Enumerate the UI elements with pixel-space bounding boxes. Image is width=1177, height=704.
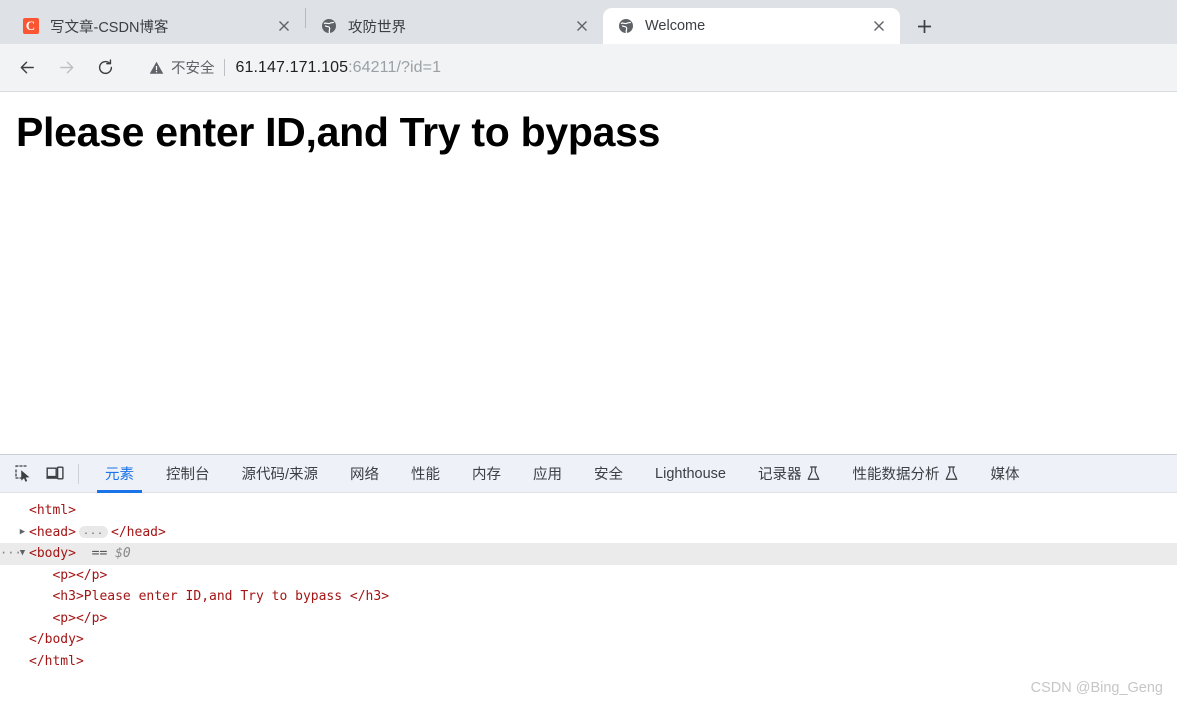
dom-tag-body-close: </body> — [29, 632, 84, 647]
dom-row[interactable]: <p></p> — [0, 608, 1177, 630]
csdn-logo-icon: C — [22, 18, 39, 35]
dom-tag-html-open: <html> — [29, 503, 76, 518]
devtools-tab-security[interactable]: 安全 — [578, 455, 639, 493]
url-host: 61.147.171.105 — [235, 58, 349, 76]
globe-icon — [320, 18, 337, 35]
back-button[interactable] — [10, 51, 44, 85]
dom-tag-p-second: <p></p> — [52, 610, 108, 626]
dom-row[interactable]: </body> — [0, 629, 1177, 651]
dom-tree[interactable]: <html> ▶ <head> ... </head> ··· ▼ <body>… — [0, 493, 1177, 704]
url-text: 61.147.171.105:64211/?id=1 — [236, 59, 442, 77]
security-label: 不安全 — [171, 61, 215, 77]
page-heading: Please enter ID,and Try to bypass — [16, 109, 661, 155]
warning-triangle-icon — [149, 61, 164, 75]
devtools-tab-list: 元素 控制台 源代码/来源 网络 性能 内存 应用 安全 Lighthouse … — [89, 455, 1035, 493]
flask-icon — [807, 466, 820, 481]
dom-tag-body-open: <body> — [29, 546, 76, 561]
close-icon[interactable] — [868, 15, 890, 37]
tab-list: C 写文章-CSDN博客 攻防世界 Welcome — [0, 0, 938, 44]
dom-tag-html-close: </html> — [29, 653, 84, 669]
devtools-tab-label: 网络 — [350, 467, 380, 483]
devtools-tab-sources[interactable]: 源代码/来源 — [226, 455, 335, 493]
devtools-tab-performance-insights[interactable]: 性能数据分析 — [836, 455, 974, 493]
watermark: CSDN @Bing_Geng — [1030, 680, 1163, 696]
devtools-panel: 元素 控制台 源代码/来源 网络 性能 内存 应用 安全 Lighthouse … — [0, 454, 1177, 704]
flask-icon — [945, 466, 958, 481]
devtools-tab-label: 源代码/来源 — [241, 467, 319, 483]
browser-tab-2-title: 攻防世界 — [348, 19, 406, 36]
dom-tag-h3: <h3>Please enter ID,and Try to bypass </… — [52, 589, 390, 604]
dom-row-selected[interactable]: ··· ▼ <body> == $0 — [0, 543, 1177, 565]
toolbar-divider — [78, 463, 79, 484]
security-status[interactable]: 不安全 — [149, 57, 215, 78]
close-icon[interactable] — [273, 15, 295, 37]
devtools-tab-label: 性能 — [411, 467, 441, 483]
inspect-element-icon[interactable] — [8, 460, 38, 488]
new-tab-button[interactable] — [910, 12, 938, 40]
chevron-right-icon[interactable]: ▶ — [16, 522, 29, 544]
forward-button[interactable] — [49, 51, 83, 85]
devtools-tab-performance[interactable]: 性能 — [395, 455, 456, 493]
browser-tab-1-title: 写文章-CSDN博客 — [50, 19, 169, 36]
devtools-tab-label: 记录器 — [757, 467, 802, 483]
dom-tag-head-close: </head> — [111, 524, 166, 540]
devtools-tab-recorder[interactable]: 记录器 — [742, 455, 837, 493]
devtools-tab-label: 内存 — [472, 467, 502, 483]
dom-selection-marker: == $0 — [91, 546, 131, 561]
browser-tab-2[interactable]: 攻防世界 — [306, 8, 603, 44]
collapsed-children-badge[interactable]: ... — [78, 526, 109, 539]
dom-row[interactable]: </html> — [0, 651, 1177, 673]
close-icon[interactable] — [571, 15, 593, 37]
devtools-tab-network[interactable]: 网络 — [334, 455, 395, 493]
dom-row[interactable]: <html> — [0, 500, 1177, 522]
dom-row[interactable]: <p></p> — [0, 565, 1177, 587]
devtools-tab-label: 媒体 — [990, 467, 1020, 483]
address-bar[interactable]: 不安全 61.147.171.105:64211/?id=1 — [135, 51, 1167, 84]
device-toolbar-icon[interactable] — [40, 460, 70, 488]
devtools-tab-label: Lighthouse — [655, 465, 726, 482]
url-path: :64211/?id=1 — [348, 58, 442, 76]
devtools-tab-elements[interactable]: 元素 — [89, 455, 150, 493]
browser-toolbar: 不安全 61.147.171.105:64211/?id=1 — [0, 44, 1177, 92]
devtools-tab-application[interactable]: 应用 — [517, 455, 578, 493]
omnibox-divider — [223, 59, 225, 76]
browser-tab-3-title: Welcome — [645, 18, 706, 34]
dom-row[interactable]: <h3>Please enter ID,and Try to bypass </… — [0, 586, 1177, 608]
devtools-tab-lighthouse[interactable]: Lighthouse — [639, 455, 742, 493]
tab-strip: C 写文章-CSDN博客 攻防世界 Welcome — [0, 0, 1177, 44]
devtools-toolbar: 元素 控制台 源代码/来源 网络 性能 内存 应用 安全 Lighthouse … — [0, 455, 1177, 493]
browser-tab-3[interactable]: Welcome — [603, 8, 900, 44]
devtools-tab-memory[interactable]: 内存 — [456, 455, 517, 493]
globe-icon — [617, 18, 634, 35]
browser-tab-1[interactable]: C 写文章-CSDN博客 — [8, 8, 305, 44]
chevron-down-icon[interactable]: ▼ — [16, 543, 29, 565]
devtools-tab-label: 元素 — [105, 467, 134, 483]
dom-tag-head-open: <head> — [29, 524, 76, 540]
row-gutter[interactable]: ··· — [0, 543, 22, 565]
devtools-tab-label: 控制台 — [166, 467, 210, 483]
browser-window: C 写文章-CSDN博客 攻防世界 Welcome 不安全 61.147.171… — [0, 0, 1177, 704]
devtools-tab-media[interactable]: 媒体 — [974, 455, 1035, 493]
devtools-tab-label: 应用 — [533, 467, 563, 483]
page-viewport: Please enter ID,and Try to bypass — [0, 92, 1177, 454]
devtools-tab-label: 性能数据分析 — [852, 467, 940, 483]
dom-row[interactable]: ▶ <head> ... </head> — [0, 522, 1177, 544]
dom-tag-p-first: <p></p> — [52, 567, 108, 583]
devtools-tab-label: 安全 — [594, 467, 624, 483]
devtools-tab-console[interactable]: 控制台 — [150, 455, 226, 493]
reload-button[interactable] — [88, 51, 122, 85]
